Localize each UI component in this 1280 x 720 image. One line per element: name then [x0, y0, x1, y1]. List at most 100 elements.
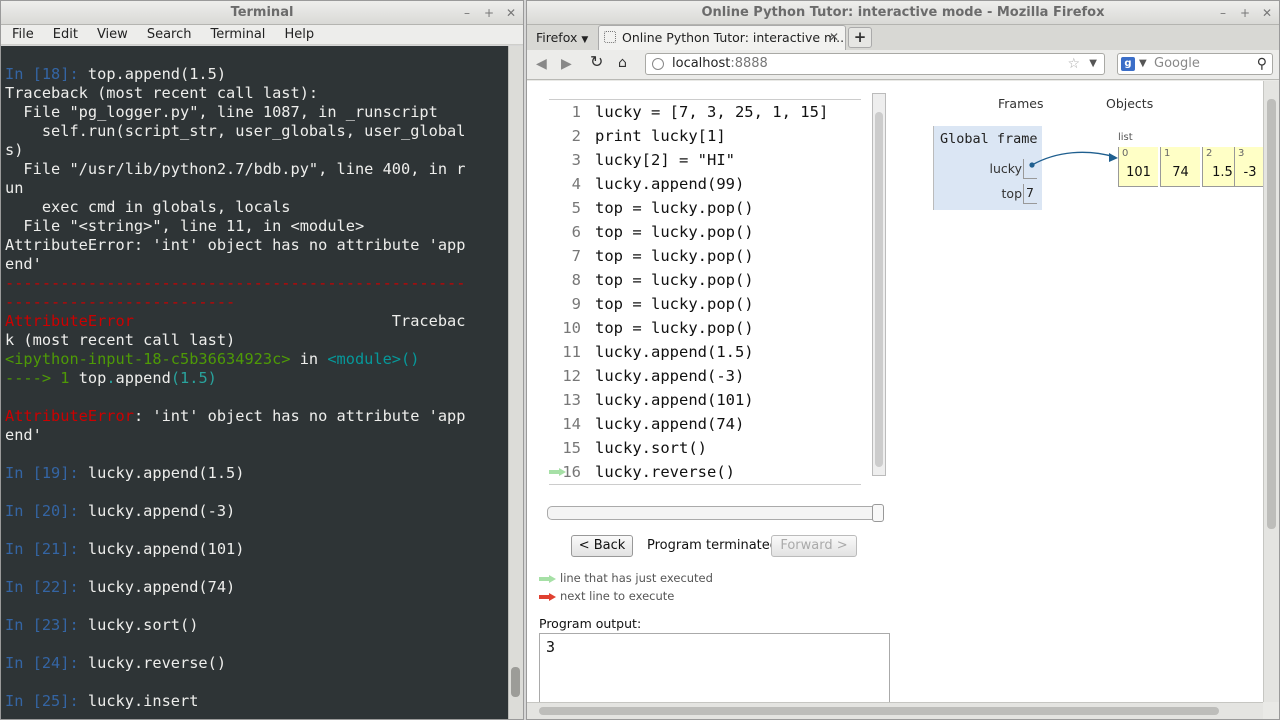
close-icon[interactable]: ✕ [505, 7, 517, 19]
code-line: 11 lucky.append(1.5) [549, 340, 861, 364]
back-icon[interactable]: ◀ [536, 56, 547, 72]
line-number: 3 [571, 151, 581, 169]
terminal-text: end' [5, 426, 42, 444]
forward-icon[interactable]: ▶ [561, 56, 572, 72]
code-line: 16 lucky.reverse() [549, 460, 861, 484]
code-text: top = lucky.pop() [595, 223, 754, 241]
page-horizontal-scrollbar[interactable] [527, 702, 1263, 719]
tab-python-tutor[interactable]: Online Python Tutor: interactive m... ✕ [598, 25, 846, 50]
menu-help[interactable]: Help [273, 25, 322, 44]
terminal-text: ]: [60, 692, 88, 710]
terminal-text: ]: [60, 540, 88, 558]
code-scrollbar[interactable] [872, 93, 886, 476]
menu-view[interactable]: View [86, 25, 136, 44]
terminal-text: File "pg_logger.py", line 1087, in _runs… [5, 103, 438, 121]
new-tab-button[interactable]: + [848, 27, 872, 48]
code-text: top = lucky.pop() [595, 295, 754, 313]
list-index: 2 [1206, 148, 1213, 159]
globe-icon [652, 58, 664, 70]
line-number: 7 [571, 247, 581, 265]
firefox-menu-button[interactable]: Firefox ▼ [530, 28, 594, 47]
tab-close-icon[interactable]: ✕ [829, 26, 839, 49]
terminal-line: In [25]: lucky.insert [5, 692, 198, 711]
terminal-text: 19 [41, 464, 61, 482]
line-number: 13 [562, 391, 581, 409]
code-divider [549, 484, 861, 485]
back-button[interactable]: < Back [571, 535, 633, 557]
list-value: 101 [1126, 165, 1151, 180]
page-content: 1 lucky = [7, 3, 25, 1, 15] 2 print lucky[1… [527, 81, 1265, 702]
code-line: 5 top = lucky.pop() [549, 196, 861, 220]
terminal-text: 23 [41, 616, 61, 634]
line-number: 9 [571, 295, 581, 313]
forward-button[interactable]: Forward > [771, 535, 857, 557]
red-arrow-icon [539, 592, 556, 601]
bookmark-star-icon[interactable]: ☆ [1067, 54, 1080, 74]
navigation-bar: ◀ ▶ ↻ ⌂ localhost:8888 ☆ ▼ g ▼ Google ⚲ [527, 50, 1279, 80]
page-vscroll-thumb[interactable] [1267, 99, 1276, 529]
terminal-window: Terminal – + ✕ File Edit View Search Ter… [0, 0, 524, 720]
firefox-menu-label: Firefox [536, 30, 578, 45]
terminal-text: ]: [60, 616, 88, 634]
code-line: 14 lucky.append(74) [549, 412, 861, 436]
terminal-text: File "/usr/lib/python2.7/bdb.py", line 4… [5, 160, 466, 178]
line-number: 2 [571, 127, 581, 145]
line-number: 12 [562, 367, 581, 385]
code-text: lucky.append(1.5) [595, 343, 754, 361]
reload-icon[interactable]: ↻ [590, 54, 603, 70]
terminal-text: (1.5) [170, 369, 217, 387]
code-text: lucky.append(74) [595, 415, 745, 433]
code-line: 13 lucky.append(101) [549, 388, 861, 412]
terminal-text: exec cmd in globals, locals [5, 198, 291, 216]
close-icon[interactable]: ✕ [1261, 7, 1273, 19]
var-name-top: top [1001, 186, 1022, 201]
terminal-text: top [78, 369, 107, 387]
terminal-scrollbar[interactable] [508, 46, 523, 719]
terminal-text: ]: [60, 502, 88, 520]
code-text: top = lucky.pop() [595, 271, 754, 289]
search-engine-dropdown-icon[interactable]: ▼ [1139, 54, 1147, 74]
terminal-text: 21 [41, 540, 61, 558]
code-text: lucky.reverse() [595, 463, 735, 481]
terminal-text: ]: [60, 464, 88, 482]
terminal-text: . [106, 369, 116, 387]
line-number: 14 [562, 415, 581, 433]
maximize-icon[interactable]: + [1239, 7, 1251, 19]
minimize-icon[interactable]: – [1217, 7, 1229, 19]
code-text: lucky.append(99) [595, 175, 745, 193]
code-line: 12 lucky.append(-3) [549, 364, 861, 388]
tab-title: Online Python Tutor: interactive m... [622, 30, 846, 45]
code-text: lucky.sort() [595, 439, 707, 457]
menu-file[interactable]: File [1, 25, 42, 44]
menu-terminal[interactable]: Terminal [199, 25, 273, 44]
terminal-line: end' [5, 426, 42, 445]
menu-search[interactable]: Search [136, 25, 200, 44]
terminal-text: lucky.reverse() [87, 654, 227, 672]
slider-handle[interactable] [872, 504, 884, 522]
code-scroll-thumb[interactable] [875, 112, 883, 467]
terminal-text: Tracebac [133, 312, 466, 330]
url-bar[interactable]: localhost:8888 ☆ ▼ [645, 53, 1105, 75]
line-number: 4 [571, 175, 581, 193]
search-icon[interactable]: ⚲ [1257, 54, 1267, 74]
code-line: 3 lucky[2] = "HI" [549, 148, 861, 172]
terminal-output[interactable]: In [18]: top.append(1.5) Traceback (most … [1, 46, 509, 719]
home-icon[interactable]: ⌂ [618, 55, 627, 71]
page-vertical-scrollbar[interactable] [1263, 81, 1279, 702]
terminal-text: append [115, 369, 171, 387]
tab-bar: Firefox ▼ Online Python Tutor: interacti… [527, 25, 1279, 50]
terminal-scroll-thumb[interactable] [511, 667, 520, 697]
menu-edit[interactable]: Edit [42, 25, 86, 44]
terminal-text: ]: [60, 65, 88, 83]
terminal-text: AttributeError [5, 312, 134, 330]
page-hscroll-thumb[interactable] [539, 707, 1219, 715]
search-bar[interactable]: g ▼ Google ⚲ [1117, 53, 1273, 75]
minimize-icon[interactable]: – [461, 7, 473, 19]
terminal-text: lucky.append(101) [87, 540, 245, 558]
url-dropdown-icon[interactable]: ▼ [1089, 54, 1097, 74]
dropdown-icon: ▼ [581, 35, 589, 45]
maximize-icon[interactable]: + [483, 7, 495, 19]
url-host: localhost [672, 56, 731, 71]
terminal-text: AttributeError: 'int' object has no attr… [5, 236, 466, 254]
execution-slider[interactable] [547, 504, 884, 522]
